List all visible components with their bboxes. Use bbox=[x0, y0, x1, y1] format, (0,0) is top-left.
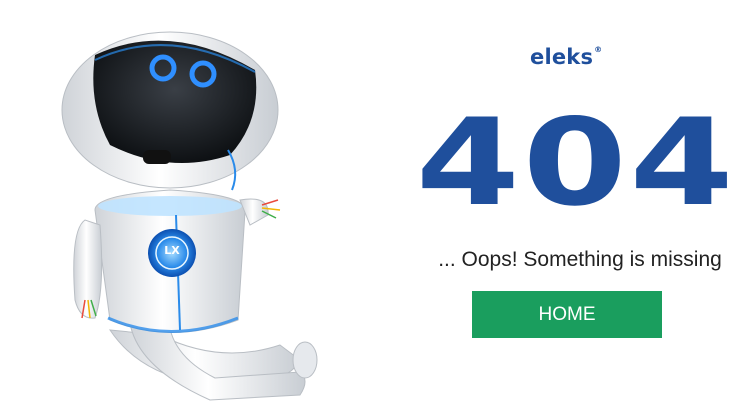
brand-name: eleks bbox=[530, 45, 594, 69]
chest-badge-label: LX bbox=[164, 244, 180, 257]
error-panel: eleks® 404 ... Oops! Something is missin… bbox=[400, 0, 742, 416]
robot-illustration bbox=[61, 31, 318, 401]
brand-logo[interactable]: eleks® bbox=[530, 45, 602, 69]
home-button[interactable]: HOME bbox=[472, 291, 662, 338]
registered-mark: ® bbox=[594, 45, 603, 54]
error-code: 404 bbox=[415, 94, 737, 233]
error-message: ... Oops! Something is missing bbox=[438, 248, 722, 271]
